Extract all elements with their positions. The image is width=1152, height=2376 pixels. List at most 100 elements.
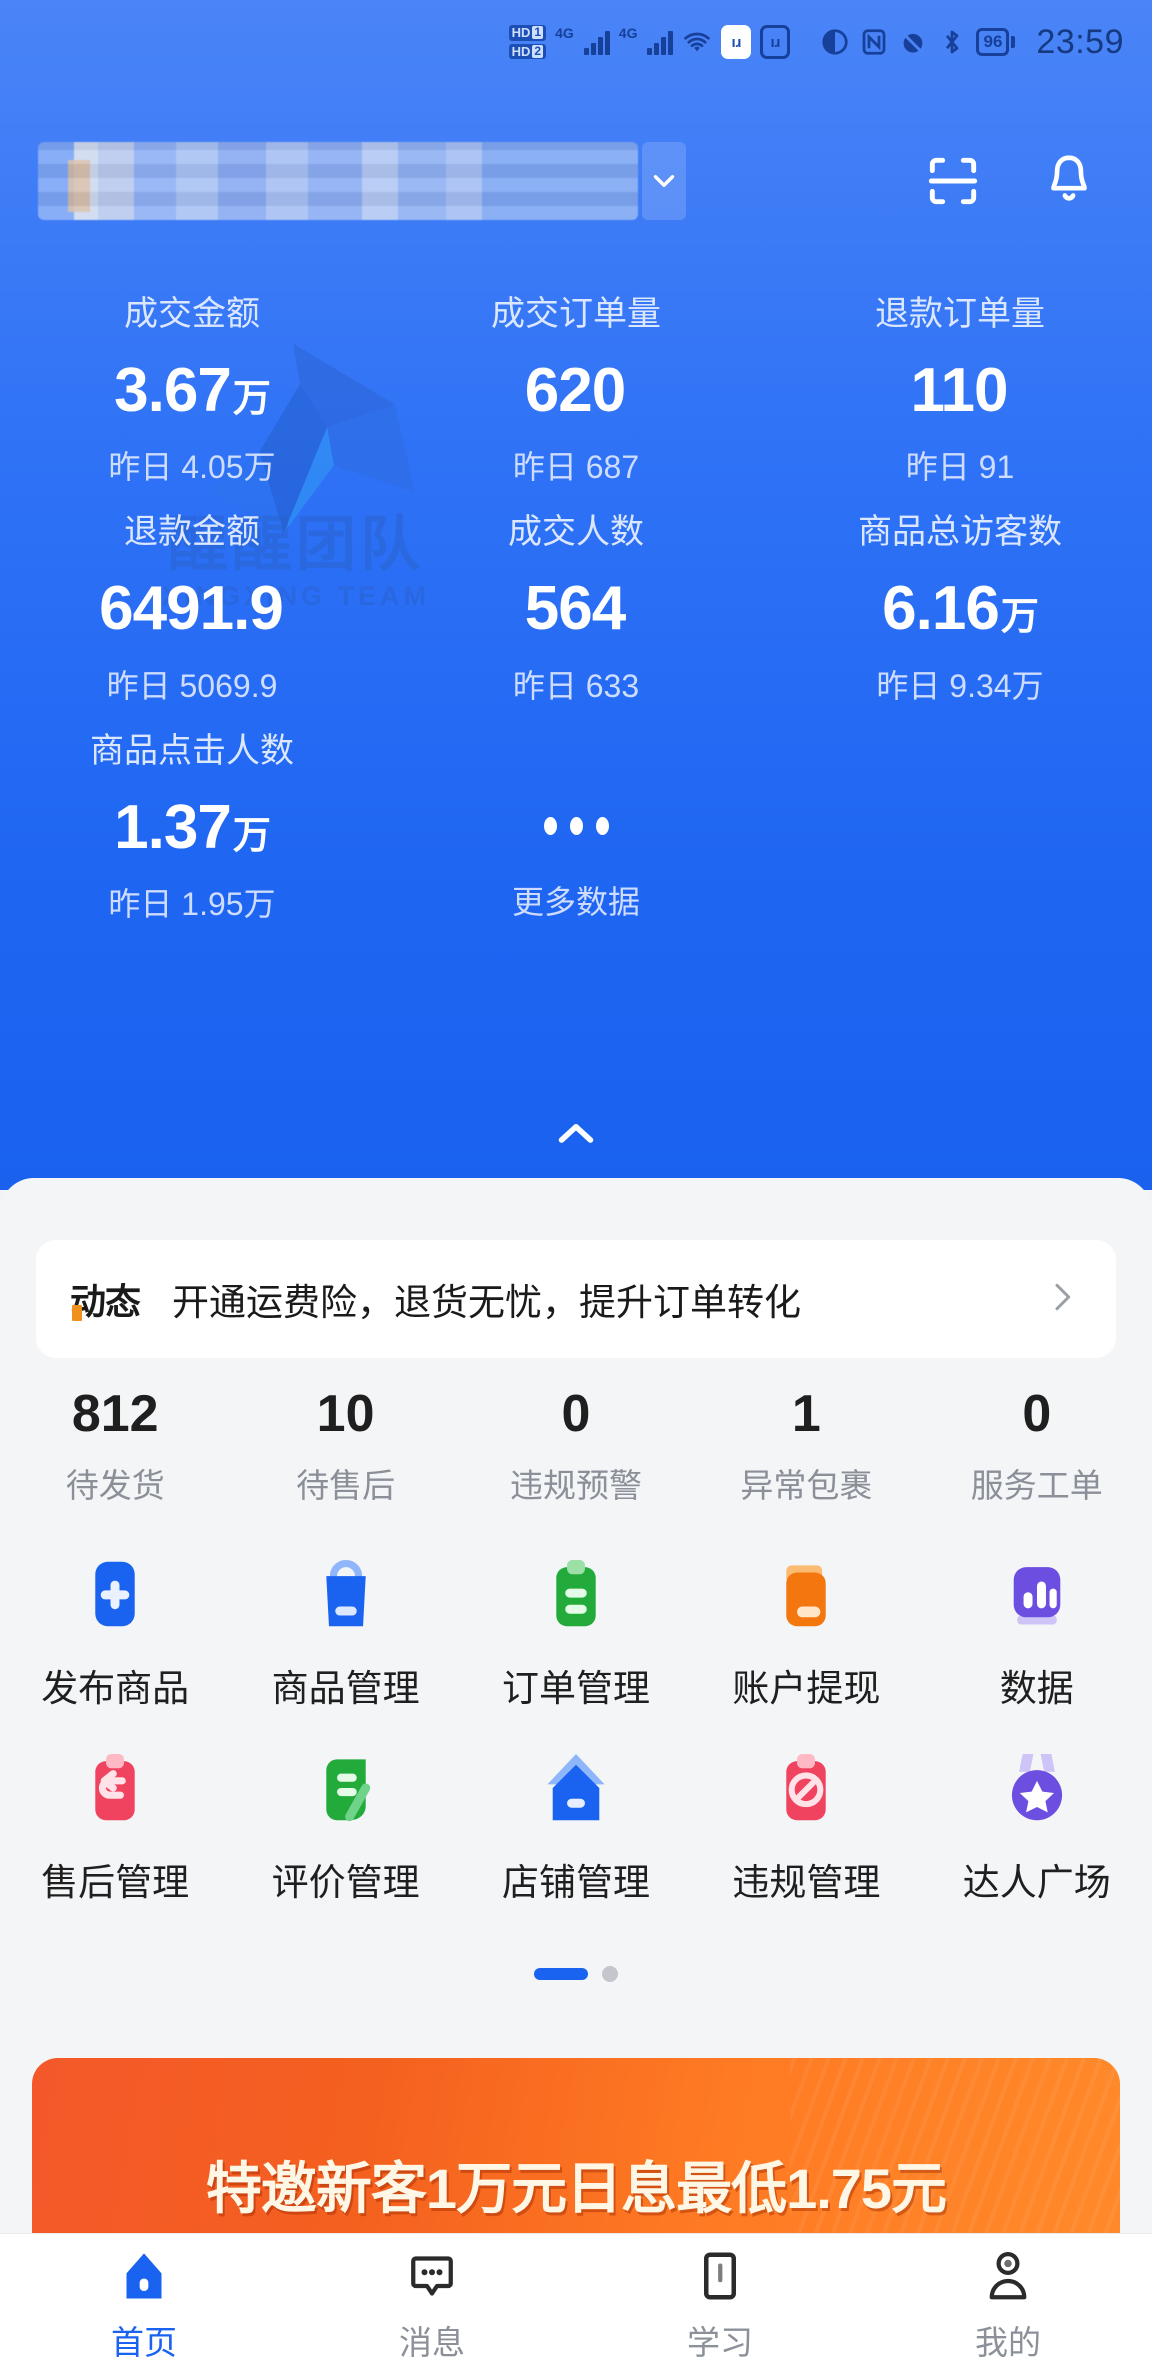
shop-header [0,138,1152,224]
stat-card[interactable]: 退款订单量 110 昨日 91 [768,280,1152,498]
more-data-button[interactable]: 更多数据 [384,717,768,935]
chevron-down-icon [647,164,681,198]
stat-number: 1.37 [114,793,231,862]
scan-icon[interactable] [922,150,984,212]
stat-card[interactable]: 商品总访客数 6.16万 昨日 9.34万 [768,498,1152,716]
stat-label: 成交订单量 [384,294,768,335]
shop-name-masked[interactable] [38,142,638,220]
todo-label: 违规预警 [461,1459,691,1507]
todo-count: 0 [461,1382,691,1447]
stat-sub: 昨日 4.05万 [0,442,384,488]
menu-label: 售后管理 [41,1852,189,1906]
todo-label: 待售后 [230,1459,460,1507]
menu-label: 店铺管理 [502,1852,650,1906]
eye-care-icon [820,27,850,57]
menu-item-data[interactable]: 数据 [922,1548,1152,1712]
battery-level: 96 [976,28,1009,56]
menu-item-talent-plaza[interactable]: 达人广场 [922,1742,1152,1906]
stat-card[interactable]: 成交订单量 620 昨日 687 [384,280,768,498]
menu-item-account-withdraw[interactable]: 账户提现 [691,1548,921,1712]
alarm-mute-icon [898,27,928,57]
todo-item-abnormal-package[interactable]: 1 异常包裹 [691,1382,921,1507]
todo-item-violation-alert[interactable]: 0 违规预警 [461,1382,691,1507]
hd2-label: HD [512,45,531,59]
hd2-badge: HD2 [509,44,546,60]
stat-unit: 万 [233,378,270,420]
hd1-badge: HD1 [509,25,546,41]
bar-chart-icon [991,1548,1083,1640]
return-icon [69,1742,161,1834]
pagination-dot-active[interactable] [534,1968,588,1980]
todo-row: 812 待发货 10 待售后 0 违规预警 1 异常包裹 0 服务工单 [0,1382,1152,1507]
menu-label: 违规管理 [732,1852,880,1906]
stat-value: 6.16万 [768,567,1152,651]
collapse-stats-button[interactable] [0,1104,1152,1164]
stat-unit: 万 [233,815,270,857]
menu-item-publish-product[interactable]: 发布商品 [0,1548,230,1712]
tab-label: 学习 [687,2316,753,2364]
stat-number: 6491.9 [99,574,283,643]
tab-learning[interactable]: 学习 [576,2246,864,2364]
stat-card[interactable]: 退款金额 6491.9 昨日 5069.9 [0,498,384,716]
menu-item-product-management[interactable]: 商品管理 [230,1548,460,1712]
stat-value: 3.67万 [0,349,384,433]
menu-label: 评价管理 [272,1852,420,1906]
menu-pagination[interactable] [0,1966,1152,1982]
todo-label: 异常包裹 [691,1459,921,1507]
header-actions [922,150,1114,212]
stat-number: 6.16 [882,574,999,643]
stat-label: 退款金额 [0,512,384,553]
stat-value: 564 [384,567,768,651]
bell-icon[interactable] [1038,150,1100,212]
menu-label: 订单管理 [502,1658,650,1712]
stat-sub: 昨日 9.34万 [768,661,1152,707]
sim2-network-label: 4G [619,25,638,41]
edit-note-icon [300,1742,392,1834]
chat-bubble-icon [402,2246,462,2306]
menu-item-after-sales-management[interactable]: 售后管理 [0,1742,230,1906]
stat-number: 620 [525,356,625,425]
menu-item-shop-management[interactable]: 店铺管理 [461,1742,691,1906]
ellipsis-icon [544,817,609,835]
todo-item-after-sales[interactable]: 10 待售后 [230,1382,460,1507]
stats-grid: 成交金额 3.67万 昨日 4.05万 成交订单量 620 昨日 687 退款订… [0,280,1152,935]
hd2-slot: 2 [532,45,543,58]
chevron-up-icon [547,1105,605,1163]
menu-label: 达人广场 [963,1852,1111,1906]
stat-sub: 昨日 91 [768,442,1152,488]
stat-sub: 昨日 1.95万 [0,879,384,925]
tab-home[interactable]: 首页 [0,2246,288,2364]
sim2-signal-icon [647,29,673,55]
menu-item-review-management[interactable]: 评价管理 [230,1742,460,1906]
stat-number: 110 [910,356,1007,425]
home-icon [114,2246,174,2306]
stat-value: 110 [768,349,1152,433]
stat-card[interactable]: 成交人数 564 昨日 633 [384,498,768,716]
shopping-bag-icon [300,1548,392,1640]
app-active-icon: ıɹ [721,25,751,59]
stat-label: 商品总访客数 [768,512,1152,553]
notice-text: 开通运费险，退货无忧，提升订单转化 [172,1272,801,1326]
stat-card[interactable]: 成交金额 3.67万 昨日 4.05万 [0,280,384,498]
menu-item-violation-management[interactable]: 违规管理 [691,1742,921,1906]
pagination-dot[interactable] [602,1966,618,1982]
shop-switch-button[interactable] [642,142,686,220]
status-bar: HD1 HD2 4G 4G ıɹ ıɹ [0,0,1152,84]
stat-label: 成交金额 [0,294,384,335]
bottom-tab-bar: 首页 消息 学习 我的 [0,2233,1152,2376]
tab-profile[interactable]: 我的 [864,2246,1152,2364]
app-screen: 醒醒团队 XINGXING TEAM HD1 HD2 4G 4G [0,0,1152,2376]
wallet-icon [760,1548,852,1640]
menu-label: 商品管理 [272,1658,420,1712]
tab-messages[interactable]: 消息 [288,2246,576,2364]
stat-sub: 昨日 5069.9 [0,661,384,707]
tab-label: 消息 [399,2316,465,2364]
wifi-icon [682,27,712,57]
stat-card[interactable]: 商品点击人数 1.37万 昨日 1.95万 [0,717,384,935]
menu-item-order-management[interactable]: 订单管理 [461,1548,691,1712]
todo-item-service-ticket[interactable]: 0 服务工单 [922,1382,1152,1507]
todo-item-pending-shipment[interactable]: 812 待发货 [0,1382,230,1507]
promo-banner-title: 特邀新客1万元日息最低1.75元 [32,2144,1120,2225]
notice-banner[interactable]: 动态 开通运费险，退货无忧，提升订单转化 [36,1240,1116,1358]
bluetooth-icon [937,27,967,57]
